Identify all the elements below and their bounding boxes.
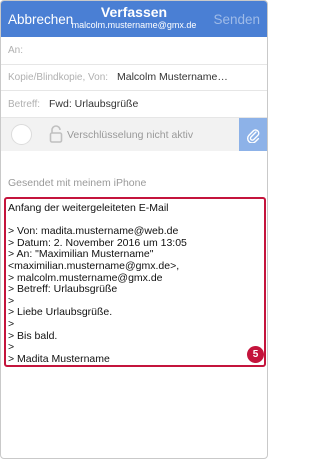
encryption-status: Verschlüsselung nicht aktiv [67,129,194,141]
quoted-line: > An: "Maximilian Mustername" [8,249,154,261]
quoted-line: > Bis bald. [8,330,58,342]
navigation-bar: Abbrechen Verfassen malcolm.mustername@g… [1,1,267,37]
step-badge: 5 [247,346,264,363]
quoted-line: Anfang der weitergeleiteten E-Mail [8,203,169,214]
forwarded-message-highlight[interactable]: Anfang der weitergeleiteten E-Mail > Von… [4,197,266,367]
subject-field[interactable]: Fwd: Urlaubsgrüße [49,98,138,110]
quoted-line: > malcolm.mustername@gmx.de [8,272,163,284]
to-field[interactable] [29,43,263,61]
quoted-line: > Von: madita.mustername@web.de [8,226,179,238]
compose-screen: Abbrechen Verfassen malcolm.mustername@g… [0,0,268,459]
quoted-line: > Liebe Urlaubsgrüße. [8,307,113,319]
quoted-line [8,215,260,227]
quoted-line: > Datum: 2. November 2016 um 13:05 [8,237,187,249]
quoted-line: > [8,342,15,354]
from-value[interactable]: Malcolm Mustername… [117,71,228,83]
signature-text: Gesendet mit meinem iPhone [8,177,147,189]
subject-row[interactable]: Betreff: Fwd: Urlaubsgrüße [1,91,267,118]
quoted-line: > [8,318,15,330]
encryption-row: Verschlüsselung nicht aktiv [1,118,267,151]
to-label: An: [8,45,24,56]
quoted-line: > Madita Mustername [8,353,110,365]
cc-row[interactable]: Kopie/Blindkopie, Von: Malcolm Musternam… [1,65,267,91]
to-row[interactable]: An: [1,37,267,65]
attach-button[interactable] [239,118,267,151]
cc-label: Kopie/Blindkopie, Von: [8,72,109,83]
quoted-line: <maximilian.mustername@gmx.de>, [8,260,180,272]
encryption-toggle[interactable] [11,124,32,145]
subject-label: Betreff: [8,99,41,110]
quoted-line: > Betreff: Urlaubsgrüße [8,284,118,296]
send-button[interactable]: Senden [213,12,260,27]
lock-open-icon [49,125,63,143]
paperclip-icon [246,129,260,143]
quoted-line: > [8,295,15,307]
